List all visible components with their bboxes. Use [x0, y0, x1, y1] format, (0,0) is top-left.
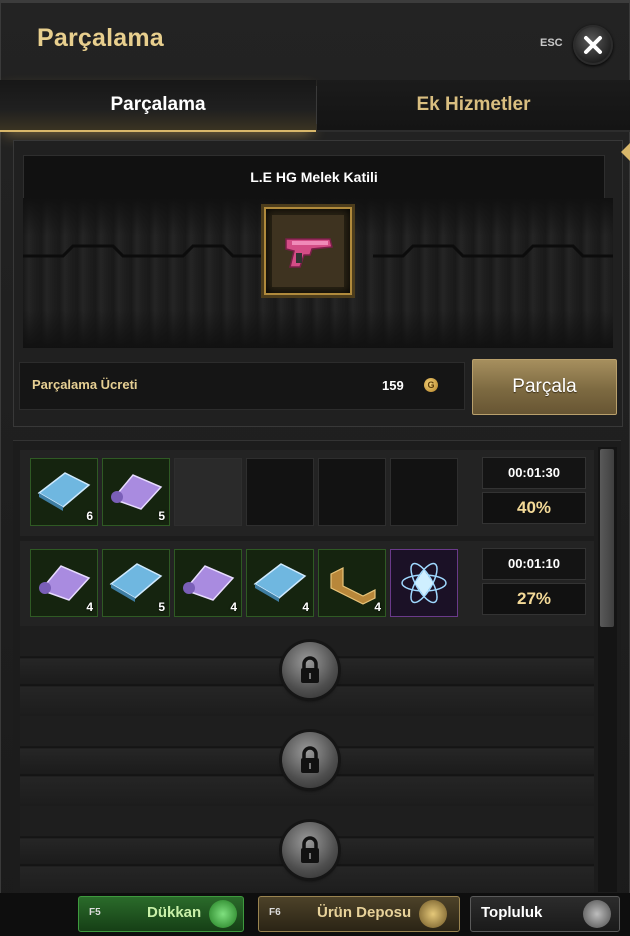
community-button[interactable]: Topluluk — [470, 896, 620, 932]
slot-quantity: 4 — [86, 600, 93, 614]
locked-row — [20, 806, 594, 894]
purple-scroll-icon — [111, 474, 163, 510]
tab-bar: Parçalama Ek Hizmetler — [0, 80, 630, 132]
padlock-icon — [301, 746, 319, 773]
hotkey-label: F6 — [269, 907, 281, 918]
slot-quantity: 4 — [230, 600, 237, 614]
result-slot[interactable]: 6 — [30, 458, 98, 526]
padlock-icon — [301, 656, 319, 683]
depot-label: Ürün Deposu — [317, 904, 412, 921]
diamond-icon — [419, 900, 447, 928]
result-slot[interactable]: 5 — [102, 458, 170, 526]
queue-row: 4 5 4 4 4 00:01:10 27% — [20, 541, 594, 627]
item-name: L.E HG Melek Katili — [23, 155, 605, 199]
gold-bracket-icon — [330, 567, 376, 605]
community-label: Topluluk — [481, 904, 543, 921]
empty-slot — [246, 458, 314, 526]
slot-quantity: 4 — [302, 600, 309, 614]
progress-percent: 40% — [482, 492, 586, 524]
slot-quantity: 4 — [374, 600, 381, 614]
empty-slot — [174, 458, 242, 526]
result-slot[interactable]: 5 — [102, 549, 170, 617]
result-slot[interactable] — [390, 549, 458, 617]
tab-parcalama[interactable]: Parçalama — [0, 80, 316, 132]
blue-crystal-plate-icon — [109, 563, 163, 602]
padlock-icon — [301, 836, 319, 863]
blue-crystal-plate-icon — [37, 472, 91, 511]
scrollbar-thumb[interactable] — [600, 449, 614, 627]
lock-button[interactable] — [282, 822, 338, 878]
purple-scroll-icon — [39, 565, 91, 601]
purple-scroll-icon — [183, 565, 235, 601]
timer: 00:01:30 — [482, 457, 586, 489]
close-button[interactable] — [573, 25, 613, 65]
fee-label: Parçalama Ücreti — [32, 377, 138, 392]
window-title: Parçalama — [37, 24, 164, 52]
slot-quantity: 5 — [158, 509, 165, 523]
esc-hint: ESC — [540, 37, 563, 49]
result-slot[interactable]: 4 — [30, 549, 98, 617]
progress-percent: 27% — [482, 583, 586, 615]
depot-button[interactable]: F6 Ürün Deposu — [258, 896, 460, 932]
pink-handgun-icon — [285, 238, 333, 268]
close-icon — [584, 36, 602, 54]
empty-slot — [318, 458, 386, 526]
lock-button[interactable] — [282, 732, 338, 788]
fee-bar: Parçalama Ücreti 159 G — [19, 362, 465, 410]
window-top-border — [0, 0, 630, 3]
hotkey-label: F5 — [89, 907, 101, 918]
slot-quantity: 5 — [158, 600, 165, 614]
result-slot[interactable]: 4 — [246, 549, 314, 617]
gold-coin-icon: G — [424, 378, 438, 392]
tab-divider — [316, 86, 317, 124]
queue-row: 6 5 00:01:30 40% — [20, 450, 594, 536]
locked-row — [20, 626, 594, 714]
tab-ek-hizmetler[interactable]: Ek Hizmetler — [317, 80, 630, 132]
result-slot[interactable]: 4 — [174, 549, 242, 617]
fee-value: 159 — [382, 378, 404, 393]
shop-label: Dükkan — [147, 904, 202, 921]
result-slot[interactable]: 4 — [318, 549, 386, 617]
side-tab-marker — [621, 143, 630, 161]
atom-crystal-icon — [401, 562, 447, 604]
item-slot[interactable] — [264, 207, 352, 295]
locked-row — [20, 716, 594, 804]
lock-button[interactable] — [282, 642, 338, 698]
timer: 00:01:10 — [482, 548, 586, 580]
disassemble-button[interactable]: Parçala — [472, 359, 617, 415]
shop-button[interactable]: F5 Dükkan — [78, 896, 244, 932]
people-icon — [583, 900, 611, 928]
slot-quantity: 6 — [86, 509, 93, 523]
blue-crystal-plate-icon — [253, 563, 307, 602]
empty-slot — [390, 458, 458, 526]
shop-icon — [209, 900, 237, 928]
